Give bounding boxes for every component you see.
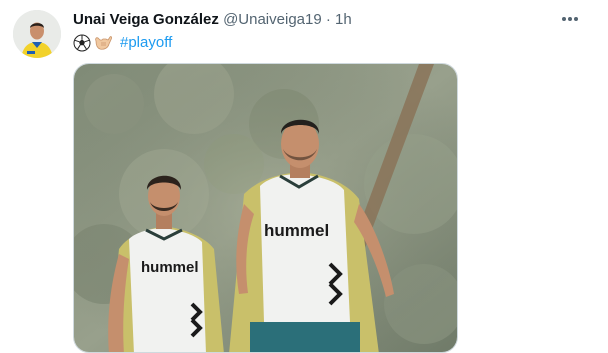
separator-dot: · [325, 11, 331, 28]
timestamp[interactable]: 1h [335, 11, 352, 28]
tweet-header: Unai Veiga González @Unaiveiga19 · 1h [73, 11, 352, 29]
avatar[interactable] [13, 10, 61, 58]
tweet[interactable]: Unai Veiga González @Unaiveiga19 · 1h #p… [0, 0, 608, 353]
tweet-text: #playoff [73, 33, 172, 53]
hashtag-link[interactable]: #playoff [120, 33, 172, 53]
soccer-ball-icon [73, 34, 91, 52]
vest-text-left: hummel [141, 259, 199, 276]
author-name[interactable]: Unai Veiga González [73, 11, 219, 28]
more-options-button[interactable] [556, 6, 584, 32]
avatar-image [13, 10, 61, 58]
tweet-photo[interactable]: hummel hummel [73, 63, 458, 353]
photo-image: hummel hummel [74, 64, 457, 352]
author-handle[interactable]: @Unaiveiga19 [223, 11, 322, 28]
call-me-hand-icon [95, 36, 113, 50]
vest-text-right: hummel [264, 221, 329, 240]
more-horizontal-icon [562, 17, 578, 21]
